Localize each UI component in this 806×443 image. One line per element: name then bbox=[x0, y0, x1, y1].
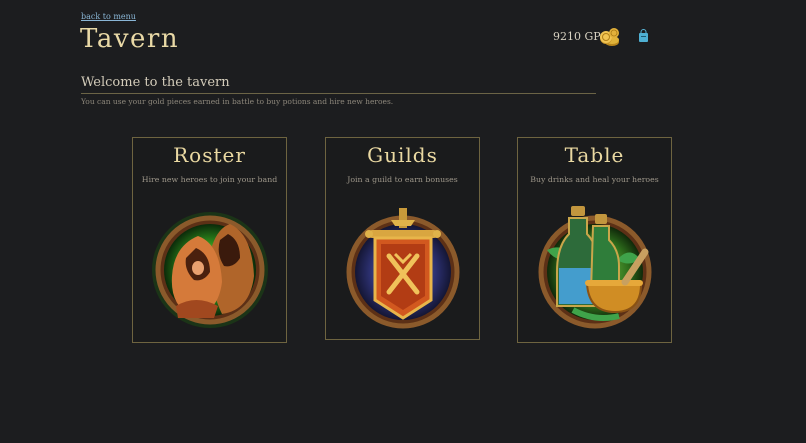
roster-title: Roster bbox=[173, 143, 246, 167]
hooded-heroes-icon bbox=[152, 212, 268, 328]
page-title: Tavern bbox=[80, 24, 180, 54]
table-title: Table bbox=[564, 143, 625, 167]
welcome-title: Welcome to the tavern bbox=[81, 75, 230, 90]
guilds-card[interactable]: Guilds Join a guild to earn bonuses bbox=[325, 137, 480, 340]
potion-bottles-icon bbox=[538, 206, 652, 329]
shop-bag-icon[interactable] bbox=[638, 29, 649, 43]
table-card[interactable]: Table Buy drinks and heal your heroes bbox=[517, 137, 672, 343]
guilds-title: Guilds bbox=[367, 143, 438, 167]
section-divider bbox=[81, 93, 596, 94]
gold-amount: 9210 GP bbox=[553, 30, 601, 43]
guilds-description: Join a guild to earn bonuses bbox=[347, 175, 458, 184]
gold-coins-icon bbox=[600, 28, 619, 46]
roster-card[interactable]: Roster Hire new heroes to join your band bbox=[132, 137, 287, 343]
guild-banner-icon bbox=[346, 208, 460, 329]
welcome-text: You can use your gold pieces earned in b… bbox=[81, 97, 394, 106]
table-description: Buy drinks and heal your heroes bbox=[530, 175, 659, 184]
back-to-menu-link[interactable]: back to menu bbox=[81, 12, 136, 21]
roster-description: Hire new heroes to join your band bbox=[141, 175, 278, 184]
